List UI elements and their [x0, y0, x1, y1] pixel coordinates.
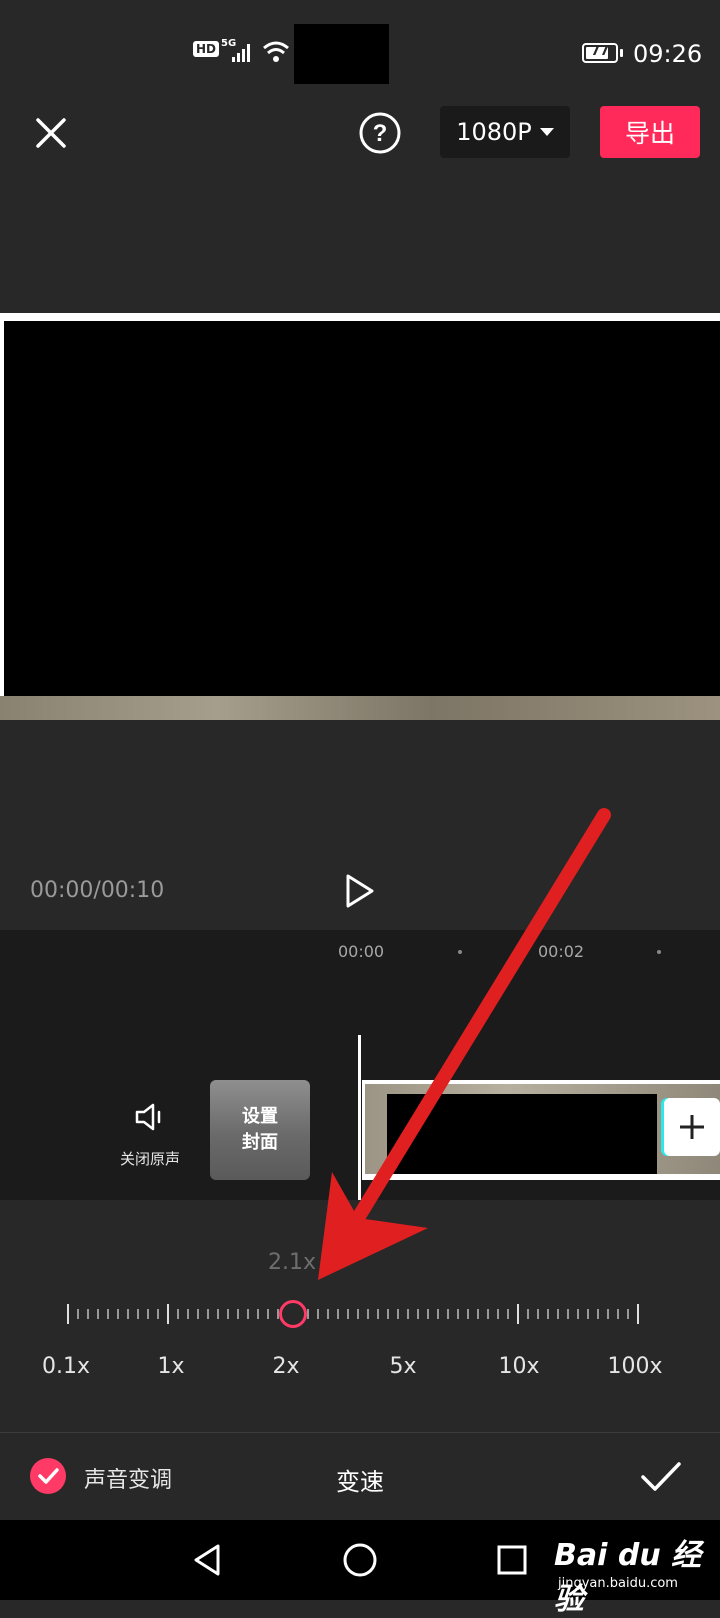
play-icon[interactable]	[342, 872, 376, 910]
battery-tip	[620, 49, 623, 57]
signal-icon	[232, 44, 250, 62]
speed-label: 0.1x	[41, 1354, 91, 1379]
divider	[0, 1432, 720, 1433]
speed-label: 100x	[607, 1354, 663, 1379]
battery-percent: 77	[590, 44, 610, 59]
playhead[interactable]	[358, 1035, 361, 1200]
back-icon[interactable]	[190, 1542, 226, 1578]
speed-label: 1x	[157, 1354, 185, 1379]
speaker-icon	[135, 1103, 161, 1131]
panel-title: 变速	[336, 1468, 384, 1496]
close-icon[interactable]	[30, 112, 72, 154]
mute-label: 关闭原声	[119, 1150, 180, 1168]
speed-label: 10x	[498, 1354, 540, 1379]
mute-original-button[interactable]: 关闭原声	[100, 1100, 200, 1169]
help-icon[interactable]: ?	[358, 111, 402, 155]
current-speed-value: 2.1x	[268, 1250, 317, 1275]
timeline-mark: 00:02	[538, 942, 585, 961]
hd-indicator: HD	[193, 41, 220, 57]
add-clip-button[interactable]	[664, 1098, 720, 1156]
cover-label-line2: 封面	[242, 1132, 278, 1153]
plus-icon	[680, 1115, 704, 1139]
speed-slider-knob[interactable]	[279, 1300, 307, 1328]
check-icon	[38, 1468, 59, 1484]
pitch-checkbox[interactable]	[30, 1458, 66, 1494]
playback-timecode: 00:00/00:10	[30, 878, 165, 903]
timeline-tick-dot	[458, 950, 462, 954]
speed-label: 5x	[389, 1354, 417, 1379]
timeline-tick-dot	[657, 950, 661, 954]
preview-frame-bottom	[0, 696, 720, 720]
resolution-dropdown[interactable]: 1080P	[440, 106, 570, 158]
chevron-down-icon	[539, 128, 554, 136]
watermark-brand: Bai du 经验	[554, 1538, 702, 1617]
baidu-watermark: Bai du 经验 jingyan.baidu.com	[550, 1526, 720, 1617]
recent-apps-icon[interactable]	[497, 1545, 527, 1575]
watermark-url: jingyan.baidu.com	[558, 1576, 678, 1591]
preview-redacted-area	[4, 321, 720, 696]
speed-label: 2x	[272, 1354, 300, 1379]
status-bar: HD 5G 77 09:26	[0, 0, 720, 105]
confirm-icon[interactable]	[640, 1460, 682, 1494]
export-button[interactable]: 导出	[600, 106, 700, 158]
pitch-label[interactable]: 声音变调	[84, 1462, 172, 1494]
resolution-value: 1080P	[456, 118, 532, 146]
timeline-panel[interactable]: 00:00 00:02 关闭原声 设置 封面	[0, 930, 720, 1200]
timeline-mark: 00:00	[338, 942, 385, 961]
wifi-icon	[263, 41, 289, 62]
redaction-block	[294, 24, 389, 84]
speed-slider-track[interactable]	[66, 1304, 640, 1324]
video-preview[interactable]	[0, 313, 720, 720]
clock: 09:26	[633, 40, 703, 68]
system-nav-bar: Bai du 经验 jingyan.baidu.com	[0, 1520, 720, 1617]
cover-label-line1: 设置	[242, 1106, 278, 1127]
set-cover-button[interactable]: 设置 封面	[210, 1080, 310, 1180]
home-icon[interactable]	[342, 1542, 378, 1578]
svg-text:?: ?	[373, 120, 388, 147]
clip-redacted-area	[387, 1094, 657, 1174]
